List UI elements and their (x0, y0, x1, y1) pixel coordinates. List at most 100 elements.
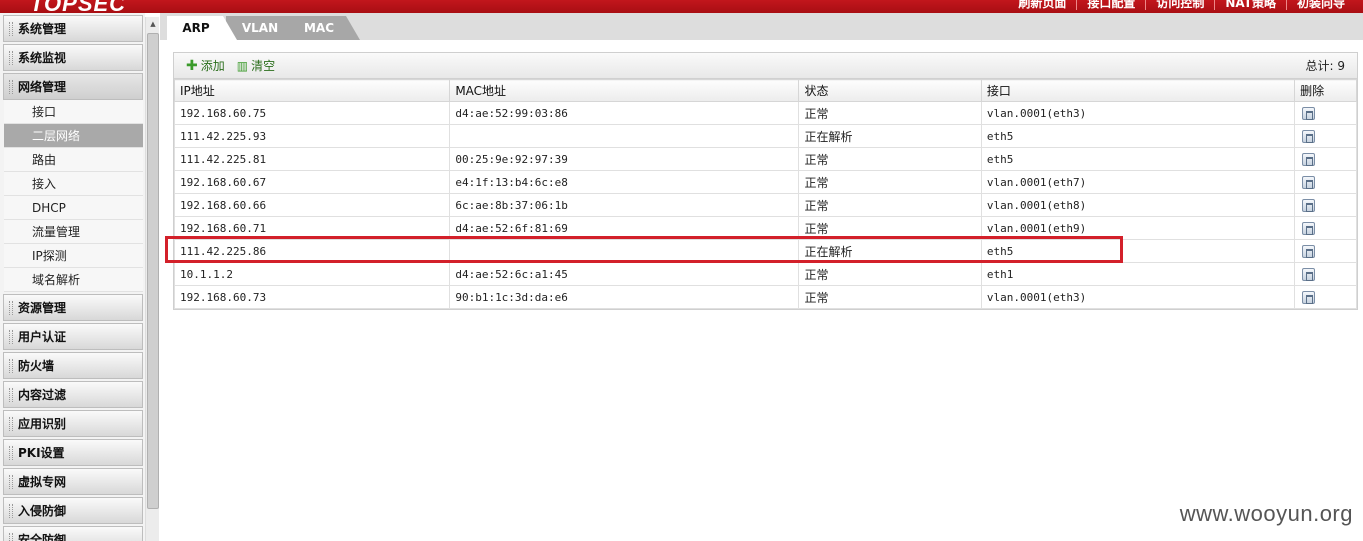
sidebar-sub-item[interactable]: 路由 (4, 148, 143, 172)
column-header: MAC地址 (449, 79, 800, 102)
toolbar: ✚ 添加 ▥ 清空 总计: 9 (174, 53, 1357, 79)
table-row: 192.168.60.75 d4:ae:52:99:03:86 正常 vlan.000… (173, 101, 1357, 125)
interface-cell: eth1 (980, 262, 1296, 286)
arp-table: IP地址 MAC地址 状态 接口 删除 192.168.60.75 d4:ae:52:99… (173, 79, 1357, 309)
grip-icon (9, 416, 13, 431)
delete-cell (1294, 124, 1357, 148)
scroll-thumb[interactable] (147, 33, 159, 509)
column-header: 删除 (1294, 79, 1357, 102)
clear-button[interactable]: ▥ 清空 (237, 57, 275, 74)
table-row: 111.42.225.81 00:25:9e:92:97:39 正常 eth5 (173, 147, 1357, 171)
table-row: 192.168.60.71 d4:ae:52:6f:81:69 正常 vlan.000… (173, 216, 1357, 240)
sidebar-section-label: 防火墙 (18, 359, 55, 373)
sidebar-section[interactable]: 用户认证 (3, 323, 143, 350)
sidebar-section-label: 资源管理 (18, 301, 67, 315)
top-link[interactable]: 初装向导 (1285, 0, 1355, 10)
ip-cell: 111.42.225.81 (173, 147, 451, 171)
sidebar-section[interactable]: 内容过滤 (3, 381, 143, 408)
status-cell: 正常 (798, 101, 982, 125)
sidebar-sub-item[interactable]: IP探测 (4, 244, 143, 268)
status-cell: 正在解析 (798, 239, 982, 263)
interface-cell: vlan.0001(eth9) (980, 216, 1296, 240)
delete-cell (1294, 239, 1357, 263)
interface-cell: vlan.0001(eth3) (980, 285, 1296, 309)
top-link[interactable]: 接口配置 (1076, 0, 1145, 10)
sidebar-section-label: 安全防御 (18, 533, 67, 541)
ip-cell: 192.168.60.75 (173, 101, 451, 125)
sidebar-section[interactable]: 入侵防御 (3, 497, 143, 524)
table-row: 111.42.225.93 正在解析 eth5 (173, 124, 1357, 148)
grip-icon (9, 445, 13, 460)
mac-cell: e4:1f:13:b4:6c:e8 (449, 170, 800, 194)
grip-icon (9, 358, 13, 373)
delete-cell (1294, 216, 1357, 240)
mac-cell: 6c:ae:8b:37:06:1b (449, 193, 800, 217)
sidebar-section[interactable]: 资源管理 (3, 294, 143, 321)
watermark: www.wooyun.org (1179, 501, 1353, 526)
column-header: IP地址 (173, 79, 451, 102)
delete-icon[interactable] (1302, 176, 1316, 189)
total-count: 总计: 9 (1305, 59, 1346, 73)
sidebar-section-label: 虚拟专网 (18, 475, 67, 489)
sidebar-scrollbar[interactable]: ▲ (145, 17, 159, 541)
sidebar-sub-item[interactable]: 流量管理 (4, 220, 143, 244)
delete-icon[interactable] (1302, 153, 1316, 166)
logo: TOPSEC (30, 0, 127, 13)
delete-icon[interactable] (1302, 291, 1316, 304)
sidebar-sub-item[interactable]: 接口 (4, 100, 143, 124)
sidebar-section-label: 系统监视 (18, 51, 67, 65)
sidebar-section[interactable]: PKI设置 (3, 439, 143, 466)
delete-cell (1294, 170, 1357, 194)
delete-icon[interactable] (1302, 268, 1316, 281)
sidebar-sub-item[interactable]: 域名解析 (4, 268, 143, 292)
sidebar-section[interactable]: 虚拟专网 (3, 468, 143, 495)
top-link[interactable]: 刷新页面 (1008, 0, 1076, 10)
top-bar: TOPSEC 刷新页面 接口配置 访问控制 NAT策略 初装向导 (0, 0, 1363, 13)
delete-icon[interactable] (1302, 107, 1316, 120)
sidebar-section-label: 用户认证 (18, 330, 67, 344)
delete-cell (1294, 285, 1357, 309)
scroll-up-arrow-icon[interactable]: ▲ (146, 17, 160, 31)
delete-icon[interactable] (1302, 245, 1316, 258)
clear-label: 清空 (251, 59, 276, 73)
top-link[interactable]: NAT策略 (1214, 0, 1286, 10)
sidebar-section-label: 内容过滤 (18, 388, 67, 402)
ip-cell: 192.168.60.73 (173, 285, 451, 309)
sidebar-sub-item[interactable]: 二层网络 (4, 124, 143, 148)
grip-icon (9, 300, 13, 315)
grip-icon (9, 387, 13, 402)
sidebar-sub-item[interactable]: 接入 (4, 172, 143, 196)
add-button[interactable]: ✚ 添加 (186, 57, 225, 74)
sidebar-section[interactable]: 网络管理 (3, 73, 143, 100)
mac-cell: 90:b1:1c:3d:da:e6 (449, 285, 800, 309)
sidebar-section[interactable]: 应用识别 (3, 410, 143, 437)
status-cell: 正常 (798, 193, 982, 217)
sidebar-section[interactable]: 防火墙 (3, 352, 143, 379)
status-cell: 正在解析 (798, 124, 982, 148)
sidebar-section[interactable]: 系统管理 (3, 15, 143, 42)
status-cell: 正常 (798, 170, 982, 194)
delete-cell (1294, 101, 1357, 125)
tab-strip: ARP VLAN MAC (160, 13, 1363, 40)
sidebar-section[interactable]: 安全防御 (3, 526, 143, 541)
delete-icon[interactable] (1302, 222, 1316, 235)
grip-icon (9, 79, 13, 94)
table-row: 10.1.1.2 d4:ae:52:6c:a1:45 正常 eth1 (173, 262, 1357, 286)
sidebar-section-label: 入侵防御 (18, 504, 67, 518)
top-link[interactable]: 访问控制 (1145, 0, 1214, 10)
sidebar-section-label: 系统管理 (18, 22, 67, 36)
delete-cell (1294, 147, 1357, 171)
delete-icon[interactable] (1302, 130, 1316, 143)
sidebar-sub-item[interactable]: DHCP (4, 196, 143, 220)
ip-cell: 192.168.60.71 (173, 216, 451, 240)
mac-cell (449, 124, 800, 148)
sidebar-section[interactable]: 系统监视 (3, 44, 143, 71)
column-header: 接口 (980, 79, 1296, 102)
table-row: 192.168.60.67 e4:1f:13:b4:6c:e8 正常 vlan.000… (173, 170, 1357, 194)
status-cell: 正常 (798, 285, 982, 309)
table-row: 111.42.225.86 正在解析 eth5 (173, 239, 1357, 263)
delete-icon[interactable] (1302, 199, 1316, 212)
ip-cell: 111.42.225.93 (173, 124, 451, 148)
grip-icon (9, 21, 13, 36)
column-header: 状态 (798, 79, 982, 102)
